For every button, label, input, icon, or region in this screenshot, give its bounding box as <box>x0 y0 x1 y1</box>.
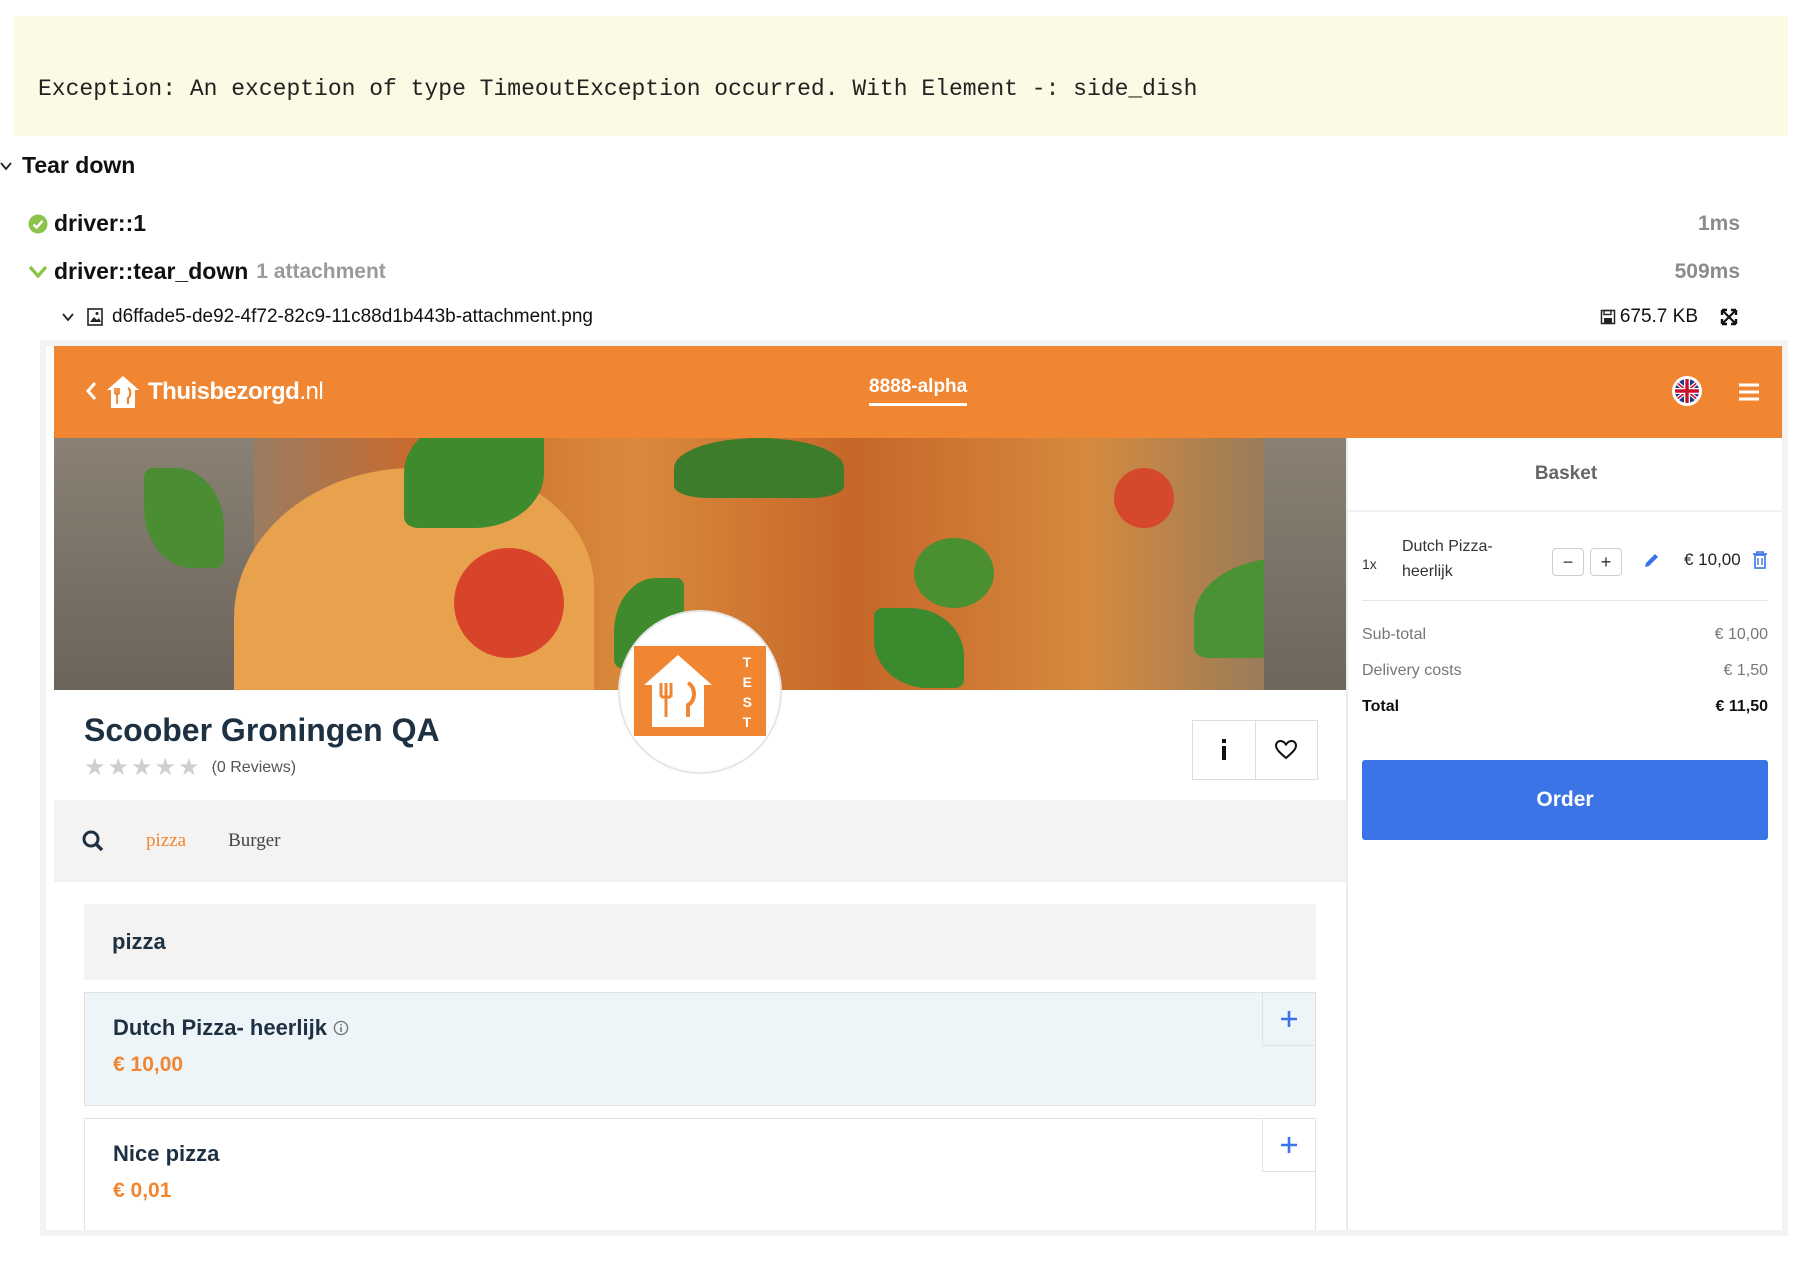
star-icon: ★ <box>131 754 153 781</box>
step-duration: 1ms <box>1697 211 1740 235</box>
product-card[interactable]: Nice pizza € 0,01 <box>84 1118 1316 1230</box>
back-arrow-icon[interactable] <box>84 380 98 402</box>
product-price: € 0,01 <box>113 1179 172 1202</box>
check-circle-icon <box>28 214 48 233</box>
product-price: € 10,00 <box>113 1053 184 1076</box>
star-icon: ★ <box>84 754 106 781</box>
exception-panel: Exception: An exception of type TimeoutE… <box>14 16 1788 136</box>
edit-pencil-icon[interactable] <box>1642 552 1660 570</box>
chevron-down-icon <box>28 265 48 279</box>
restaurant-actions <box>1192 720 1318 780</box>
step-row[interactable]: driver::1 1ms <box>28 210 1772 237</box>
step-duration: 509ms <box>1674 259 1740 283</box>
product-name: Nice pizza <box>113 1141 220 1166</box>
plus-icon <box>1281 1137 1297 1153</box>
step-attachment-count: 1 attachment <box>256 259 386 283</box>
hamburger-menu-icon[interactable] <box>1738 382 1760 402</box>
save-icon <box>1600 309 1616 325</box>
image-file-icon <box>87 308 103 326</box>
house-logo-icon <box>107 376 139 408</box>
step-name: driver::tear_down <box>54 258 249 284</box>
total-label: Total <box>1362 698 1400 715</box>
environment-label[interactable]: 8888-alpha <box>869 376 968 406</box>
teardown-toggle[interactable]: Tear down <box>0 152 135 179</box>
category-pizza[interactable]: pizza <box>146 830 186 852</box>
delivery-costs-value: € 1,50 <box>1723 662 1768 679</box>
restaurant-logo: T E S T <box>634 646 766 736</box>
step-name: driver::1 <box>54 210 147 236</box>
brand-name: Thuisbezorgd <box>148 378 300 405</box>
basket-item-price: € 10,00 <box>1684 550 1741 569</box>
basket-item-name: Dutch Pizza- heerlijk <box>1402 538 1493 580</box>
star-icon: ★ <box>107 754 130 781</box>
basket-title: Basket <box>1348 438 1782 512</box>
increase-quantity-button[interactable]: + <box>1590 548 1622 576</box>
order-button[interactable]: Order <box>1362 760 1768 840</box>
basket-item-quantity: 1x <box>1362 556 1377 572</box>
section-title: pizza <box>112 929 166 954</box>
logo-letter: T <box>742 654 752 670</box>
logo-letter: E <box>742 674 752 690</box>
category-bar: pizza Burger <box>54 800 1346 882</box>
rating-stars: ★ ★ ★ ★ ★ (0 Reviews) <box>84 756 296 780</box>
plus-icon <box>1281 1011 1297 1027</box>
trash-icon[interactable] <box>1752 550 1768 570</box>
info-icon <box>1221 739 1226 760</box>
chevron-down-icon <box>62 313 74 322</box>
info-button[interactable] <box>1193 721 1255 779</box>
info-circle-icon[interactable] <box>333 1020 349 1036</box>
subtotal-label: Sub-total <box>1362 626 1427 643</box>
attachment-filename: d6ffade5-de92-4f72-82c9-11c88d1b443b-att… <box>112 306 594 327</box>
house-logo-icon <box>644 655 712 727</box>
total-value: € 11,50 <box>1715 698 1769 715</box>
decrease-quantity-button[interactable]: − <box>1552 548 1584 576</box>
search-icon[interactable] <box>82 830 104 852</box>
review-count[interactable]: (0 Reviews) <box>212 759 296 777</box>
expand-icon[interactable] <box>1720 308 1738 326</box>
site-header: Thuisbezorgd.nl 8888-alpha <box>54 346 1782 438</box>
favorite-button[interactable] <box>1254 721 1318 779</box>
chevron-down-icon <box>0 161 12 170</box>
heart-icon <box>1275 740 1298 760</box>
attachment-size-value: 675.7 KB <box>1619 306 1698 327</box>
star-icon: ★ <box>154 754 177 781</box>
product-name: Dutch Pizza- heerlijk <box>113 1015 327 1040</box>
basket-item: 1x Dutch Pizza- heerlijk − + € 10,00 <box>1362 534 1768 601</box>
delivery-costs-label: Delivery costs <box>1362 662 1462 679</box>
brand-suffix: .nl <box>299 378 324 405</box>
step-row[interactable]: driver::tear_down 1 attachment 509ms <box>28 258 1772 285</box>
attachment-size: 675.7 KB <box>1600 306 1698 328</box>
attachment-row[interactable]: d6ffade5-de92-4f72-82c9-11c88d1b443b-att… <box>62 306 1772 328</box>
restaurant-name: Scoober Groningen QA <box>84 712 440 748</box>
total-row: Total € 11,50 <box>1362 698 1768 716</box>
exception-message: Exception: An exception of type TimeoutE… <box>38 76 1198 102</box>
product-card[interactable]: Dutch Pizza- heerlijk € 10,00 <box>84 992 1316 1106</box>
uk-flag-icon[interactable] <box>1672 376 1702 406</box>
subtotal-value: € 10,00 <box>1714 626 1768 643</box>
attachment-screenshot: Thuisbezorgd.nl 8888-alpha T E S T Scoob… <box>46 346 1782 1230</box>
add-to-basket-button[interactable] <box>1262 1119 1315 1172</box>
logo-letter: S <box>742 694 752 710</box>
delivery-costs-row: Delivery costs € 1,50 <box>1362 662 1768 680</box>
logo-letter: T <box>742 714 752 730</box>
star-icon: ★ <box>178 754 200 781</box>
menu-section-header: pizza <box>84 904 1316 980</box>
site-logo[interactable]: Thuisbezorgd.nl <box>104 374 324 410</box>
subtotal-row: Sub-total € 10,00 <box>1362 626 1768 644</box>
basket-panel: Basket 1x Dutch Pizza- heerlijk − + € 10… <box>1346 438 1782 1230</box>
category-burger[interactable]: Burger <box>228 830 280 852</box>
teardown-title: Tear down <box>22 152 136 178</box>
add-to-basket-button[interactable] <box>1262 993 1315 1046</box>
